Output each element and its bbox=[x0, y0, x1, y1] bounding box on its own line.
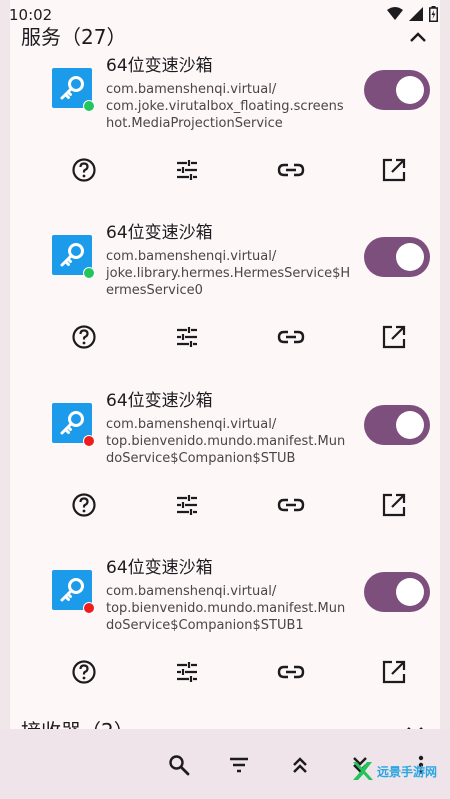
app-name: 64位变速沙箱 bbox=[106, 558, 213, 578]
open-in-new-icon[interactable] bbox=[374, 150, 414, 190]
card-actions bbox=[0, 150, 450, 190]
service-card[interactable]: 64位变速沙箱 com.bamenshenqi.virtual/ joke.li… bbox=[0, 219, 450, 387]
link-icon[interactable] bbox=[271, 150, 311, 190]
toggle-knob bbox=[396, 411, 424, 439]
status-dot bbox=[83, 267, 95, 279]
link-icon[interactable] bbox=[271, 317, 311, 357]
service-name: com.joke.virutalbox_floating.screenshot.… bbox=[106, 99, 344, 131]
service-name: top.bienvenido.mundo.manifest.MundoServi… bbox=[106, 601, 346, 633]
battery-icon bbox=[429, 6, 438, 22]
link-icon[interactable] bbox=[271, 652, 311, 692]
app-name: 64位变速沙箱 bbox=[106, 56, 213, 76]
tune-icon[interactable] bbox=[167, 150, 207, 190]
toggle-knob bbox=[396, 76, 424, 104]
filter-icon[interactable] bbox=[221, 747, 257, 783]
status-icons bbox=[387, 6, 438, 22]
card-actions bbox=[0, 652, 450, 692]
expand-all-icon[interactable] bbox=[282, 747, 318, 783]
package-name: com.bamenshenqi.virtual/ bbox=[106, 82, 277, 97]
toggle-knob bbox=[396, 243, 424, 271]
service-card[interactable]: 64位变速沙箱 com.bamenshenqi.virtual/ top.bie… bbox=[0, 554, 450, 722]
status-dot bbox=[83, 602, 95, 614]
service-toggle[interactable] bbox=[364, 237, 430, 277]
status-dot bbox=[83, 100, 95, 112]
help-icon[interactable] bbox=[64, 150, 104, 190]
toggle-knob bbox=[396, 578, 424, 606]
app-name: 64位变速沙箱 bbox=[106, 223, 213, 243]
section-title: 服务（27） bbox=[21, 25, 127, 49]
status-dot bbox=[83, 435, 95, 447]
help-icon[interactable] bbox=[64, 652, 104, 692]
app-icon bbox=[52, 570, 95, 614]
chevron-up-icon[interactable] bbox=[405, 24, 431, 50]
app-icon bbox=[52, 235, 95, 279]
card-actions bbox=[0, 485, 450, 525]
help-icon[interactable] bbox=[64, 317, 104, 357]
wifi-icon bbox=[387, 7, 403, 20]
service-name: joke.library.hermes.HermesService$Hermes… bbox=[106, 266, 351, 298]
package-name: com.bamenshenqi.virtual/ bbox=[106, 417, 277, 432]
tune-icon[interactable] bbox=[167, 485, 207, 525]
card-actions bbox=[0, 317, 450, 357]
service-toggle[interactable] bbox=[364, 70, 430, 110]
link-icon[interactable] bbox=[271, 485, 311, 525]
service-card[interactable]: 64位变速沙箱 com.bamenshenqi.virtual/ top.bie… bbox=[0, 387, 450, 555]
open-in-new-icon[interactable] bbox=[374, 652, 414, 692]
service-toggle[interactable] bbox=[364, 405, 430, 445]
search-icon[interactable] bbox=[161, 747, 197, 783]
watermark-logo: 远景手游网 bbox=[350, 757, 446, 785]
watermark-x-icon bbox=[353, 762, 373, 780]
help-icon[interactable] bbox=[64, 485, 104, 525]
service-name: top.bienvenido.mundo.manifest.MundoServi… bbox=[106, 434, 346, 466]
service-card[interactable]: 64位变速沙箱 com.bamenshenqi.virtual/ com.jok… bbox=[0, 52, 450, 220]
package-name: com.bamenshenqi.virtual/ bbox=[106, 584, 277, 599]
app-icon bbox=[52, 403, 95, 447]
signal-icon bbox=[409, 7, 423, 21]
service-toggle[interactable] bbox=[364, 572, 430, 612]
package-name: com.bamenshenqi.virtual/ bbox=[106, 249, 277, 264]
open-in-new-icon[interactable] bbox=[374, 485, 414, 525]
app-name: 64位变速沙箱 bbox=[106, 391, 213, 411]
services-section-header[interactable]: 服务（27） bbox=[21, 22, 431, 52]
tune-icon[interactable] bbox=[167, 652, 207, 692]
tune-icon[interactable] bbox=[167, 317, 207, 357]
open-in-new-icon[interactable] bbox=[374, 317, 414, 357]
app-icon bbox=[52, 68, 95, 112]
watermark-text: 远景手游网 bbox=[377, 764, 438, 779]
